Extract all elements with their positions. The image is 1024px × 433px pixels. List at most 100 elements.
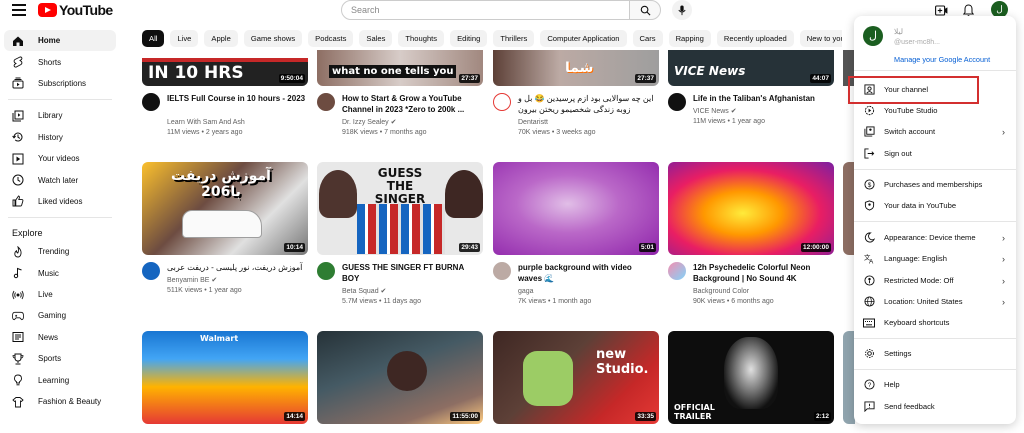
menu-item-label: Restricted Mode: Off <box>884 276 954 285</box>
channel-avatar[interactable] <box>142 93 160 111</box>
channel-name[interactable]: Learn With Sam And Ash <box>167 118 307 128</box>
search-icon <box>640 5 650 15</box>
video-thumbnail[interactable]: 12:00:00 <box>668 162 834 255</box>
chip-podcasts[interactable]: Podcasts <box>308 30 354 47</box>
video-title[interactable]: How to Start & Grow a YouTube Channel in… <box>342 93 482 115</box>
channel-name[interactable]: Dr. Izzy Sealey ✔ <box>342 118 482 128</box>
video-thumbnail[interactable]: new Studio. 33:35 <box>493 331 659 424</box>
channel-avatar[interactable] <box>317 262 335 280</box>
video-thumbnail[interactable]: IN 10 HRS 9:50:04 <box>142 50 308 86</box>
menu-item-label: Appearance: Device theme <box>884 233 976 242</box>
sidebar-item-sports[interactable]: Sports <box>4 348 116 369</box>
menu-item-location[interactable]: Location: United States › <box>854 291 1016 312</box>
sidebar-item-history[interactable]: History <box>4 127 116 148</box>
chip-apple[interactable]: Apple <box>204 30 238 47</box>
channel-avatar[interactable] <box>493 93 511 111</box>
video-title[interactable]: 12h Psychedelic Colorful Neon Background… <box>693 262 833 284</box>
video-thumbnail[interactable]: شما 27:37 <box>493 50 659 86</box>
channel-name[interactable]: VICE News ✔ <box>693 107 833 117</box>
manage-google-account-link[interactable]: Manage your Google Account <box>894 55 990 64</box>
sidebar-item-label: Library <box>38 111 63 121</box>
video-title[interactable]: Life in the Taliban's Afghanistan <box>693 93 833 104</box>
sidebar-item-subscriptions[interactable]: Subscriptions <box>4 73 116 94</box>
notifications-button[interactable] <box>961 3 975 17</box>
video-thumbnail[interactable]: what no one tells you 27:37 <box>317 50 483 86</box>
sidebar-item-home[interactable]: Home <box>4 30 116 52</box>
menu-item-help[interactable]: ? Help <box>854 374 1016 395</box>
video-title[interactable]: این چه سوالایی بود ازم پرسیدین 😂 بل و زو… <box>518 93 658 115</box>
menu-item-keyboard-shortcuts[interactable]: Keyboard shortcuts <box>854 312 1016 333</box>
menu-divider <box>854 70 1016 71</box>
sidebar-item-gaming[interactable]: Gaming <box>4 305 116 326</box>
youtube-logo[interactable]: YouTube <box>38 2 113 18</box>
chip-new-to-you[interactable]: New to you <box>799 30 842 47</box>
menu-item-purchases[interactable]: $ Purchases and memberships <box>854 174 1016 195</box>
video-title[interactable]: آموزش دریفت، نور پلیسی - دریفت عربی <box>167 262 307 273</box>
gaming-icon <box>12 310 24 322</box>
channel-name[interactable]: Dentaristt <box>518 118 658 128</box>
channel-name[interactable]: Benyamin BE ✔ <box>167 276 307 286</box>
sidebar-item-liked-videos[interactable]: Liked videos <box>4 191 116 212</box>
sidebar-item-news[interactable]: News <box>4 327 116 348</box>
video-title[interactable]: GUESS THE SINGER FT BURNA BOY <box>342 262 482 284</box>
hamburger-menu-icon[interactable] <box>12 4 26 16</box>
chip-sales[interactable]: Sales <box>359 30 393 47</box>
video-thumbnail[interactable]: 5:01 <box>493 162 659 255</box>
sidebar-item-library[interactable]: Library <box>4 105 116 126</box>
menu-item-appearance[interactable]: Appearance: Device theme › <box>854 227 1016 248</box>
chip-thrillers[interactable]: Thrillers <box>493 30 535 47</box>
sidebar-item-label: Fashion & Beauty <box>38 397 102 407</box>
chip-all[interactable]: All <box>142 30 165 47</box>
channel-name[interactable]: Beta Squad ✔ <box>342 287 482 297</box>
chip-editing[interactable]: Editing <box>450 30 488 47</box>
menu-item-language[interactable]: 文A Language: English › <box>854 248 1016 269</box>
channel-name[interactable]: gaga <box>518 287 658 297</box>
sidebar-item-your-videos[interactable]: Your videos <box>4 148 116 169</box>
chip-game-shows[interactable]: Game shows <box>243 30 303 47</box>
chip-rapping[interactable]: Rapping <box>668 30 711 47</box>
sidebar-item-label: History <box>38 132 63 142</box>
chevron-right-icon: › <box>1002 296 1005 307</box>
sidebar-item-label: Learning <box>38 375 70 385</box>
video-thumbnail[interactable]: Walmart 14:14 <box>142 331 308 424</box>
video-title[interactable]: IELTS Full Course in 10 hours - 2023 <box>167 93 307 104</box>
menu-item-sign-out[interactable]: Sign out <box>854 143 1016 164</box>
menu-item-your-data[interactable]: Your data in YouTube <box>854 195 1016 216</box>
menu-item-send-feedback[interactable]: Send feedback <box>854 396 1016 417</box>
menu-item-restricted-mode[interactable]: Restricted Mode: Off › <box>854 270 1016 291</box>
video-title[interactable]: purple background with video waves 🌊 <box>518 262 658 284</box>
channel-avatar[interactable] <box>668 93 686 111</box>
sidebar: Home Shorts Subscriptions Library Histor… <box>0 30 120 412</box>
sidebar-item-learning[interactable]: Learning <box>4 369 116 390</box>
sidebar-item-shorts[interactable]: Shorts <box>4 51 116 72</box>
shield-user-icon <box>863 200 875 212</box>
search-input[interactable]: Search <box>341 0 630 20</box>
channel-name[interactable]: Background Color <box>693 287 833 297</box>
chip-recently-uploaded[interactable]: Recently uploaded <box>716 30 794 47</box>
sidebar-item-live[interactable]: Live <box>4 284 116 305</box>
channel-avatar[interactable] <box>142 262 160 280</box>
video-thumbnail[interactable]: OFFICIAL TRAILER 2:12 <box>668 331 834 424</box>
sidebar-item-watch-later[interactable]: Watch later <box>4 169 116 190</box>
sidebar-item-music[interactable]: Music <box>4 263 116 284</box>
channel-avatar[interactable] <box>493 262 511 280</box>
chip-computer-application[interactable]: Computer Application <box>540 30 627 47</box>
video-thumbnail[interactable]: VICE News 44:07 <box>668 50 834 86</box>
thumbnail-text: شما <box>565 60 594 76</box>
chip-live[interactable]: Live <box>170 30 199 47</box>
menu-item-settings[interactable]: Settings <box>854 343 1016 364</box>
create-button[interactable] <box>934 3 948 17</box>
voice-search-button[interactable] <box>672 0 692 20</box>
channel-avatar[interactable] <box>317 93 335 111</box>
video-thumbnail[interactable]: 11:55:00 <box>317 331 483 424</box>
sidebar-item-label: News <box>38 332 59 342</box>
sidebar-item-trending[interactable]: Trending <box>4 241 116 262</box>
chip-cars[interactable]: Cars <box>632 30 663 47</box>
chip-thoughts[interactable]: Thoughts <box>398 30 445 47</box>
sidebar-item-fashion-beauty[interactable]: Fashion & Beauty <box>4 391 116 412</box>
video-thumbnail[interactable]: GUESS THE SINGER 29:43 <box>317 162 483 255</box>
channel-avatar[interactable] <box>668 262 686 280</box>
video-thumbnail[interactable]: آموزش دریفت با206 10:14 <box>142 162 308 255</box>
menu-item-switch-account[interactable]: Switch account › <box>854 121 1016 142</box>
search-button[interactable] <box>629 0 661 20</box>
